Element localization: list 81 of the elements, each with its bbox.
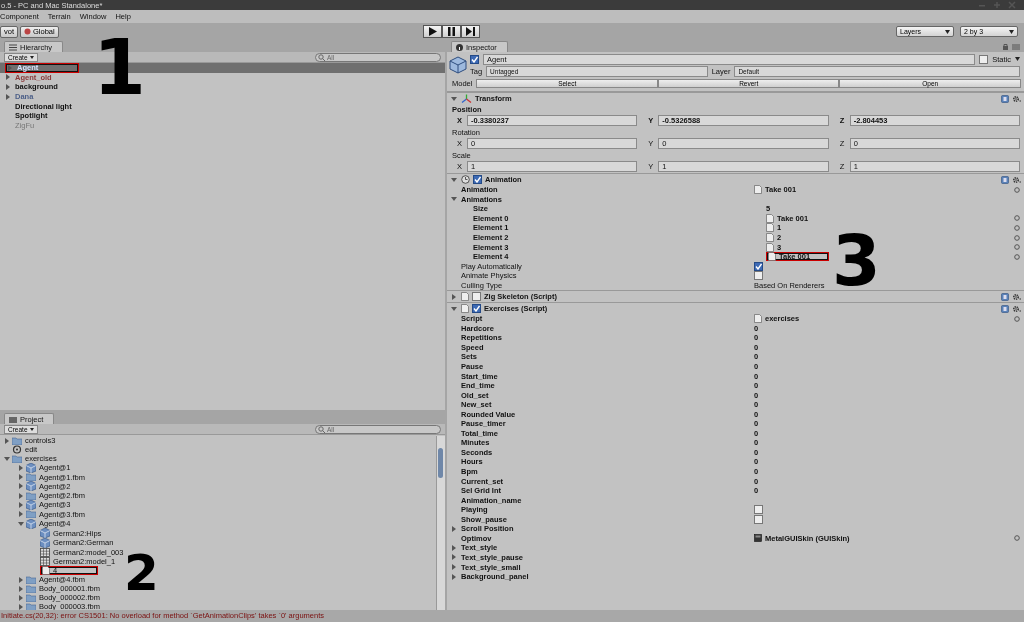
expand-arrow-icon[interactable] (7, 64, 14, 71)
expand-arrow-icon[interactable] (451, 196, 458, 203)
cube-icon (26, 500, 36, 510)
property-checkbox[interactable] (754, 514, 763, 524)
help-book-icon[interactable] (1001, 304, 1009, 313)
cube-icon (449, 56, 467, 74)
expand-arrow-icon[interactable] (451, 293, 458, 300)
grid-icon (40, 556, 50, 566)
skin-icon (754, 534, 762, 543)
pause-icon (447, 27, 456, 36)
file-icon (754, 314, 762, 324)
expand-arrow-icon[interactable] (18, 474, 25, 481)
pause-button[interactable] (442, 25, 461, 38)
lock-icon[interactable] (1002, 43, 1009, 50)
expand-arrow-icon[interactable] (4, 437, 11, 444)
gear-icon[interactable] (1012, 175, 1021, 184)
enabled-checkbox[interactable] (472, 304, 481, 313)
cube-icon (40, 537, 50, 548)
help-book-icon[interactable] (1001, 292, 1009, 301)
caret-icon[interactable] (1015, 57, 1020, 61)
info-icon (456, 43, 463, 51)
scrollbar[interactable] (436, 436, 445, 610)
caret-icon (1009, 29, 1014, 34)
play-icon (428, 27, 437, 36)
axes-icon (461, 94, 472, 103)
picker-icon[interactable] (1014, 186, 1020, 193)
expand-arrow-icon[interactable] (451, 176, 458, 183)
enabled-checkbox[interactable] (472, 292, 481, 301)
gear-icon[interactable] (1012, 292, 1021, 301)
expand-arrow-icon[interactable] (18, 492, 25, 499)
expand-arrow-icon[interactable] (451, 544, 458, 551)
help-book-icon[interactable] (1001, 94, 1009, 103)
clock-icon (461, 175, 470, 184)
expand-arrow-icon[interactable] (18, 520, 25, 527)
cube-icon (26, 462, 36, 473)
expand-arrow-icon[interactable] (18, 464, 25, 471)
gear-icon[interactable] (1012, 304, 1021, 313)
caret-icon (945, 29, 950, 34)
step-icon (466, 27, 475, 36)
folder-icon (9, 415, 17, 423)
expand-arrow-icon[interactable] (451, 95, 458, 102)
caret-icon (29, 427, 34, 431)
scene-icon (12, 445, 22, 454)
file-icon (42, 565, 50, 575)
expand-arrow-icon[interactable] (451, 573, 458, 580)
static-checkbox[interactable] (979, 54, 989, 64)
step-button[interactable] (461, 25, 480, 38)
list-icon (9, 43, 17, 51)
expand-arrow-icon[interactable] (451, 564, 458, 570)
expand-arrow-icon[interactable] (18, 502, 25, 508)
cube-icon (40, 528, 50, 539)
cube-icon (26, 481, 36, 492)
property-checkbox[interactable] (754, 261, 763, 271)
property-checkbox[interactable] (754, 505, 763, 515)
caret-icon (29, 55, 34, 59)
expand-arrow-icon[interactable] (18, 576, 25, 583)
expand-arrow-icon[interactable] (5, 93, 12, 100)
expand-arrow-icon[interactable] (451, 305, 458, 312)
grid-icon (40, 547, 50, 557)
expand-arrow-icon[interactable] (18, 511, 25, 518)
expand-arrow-icon[interactable] (18, 594, 25, 601)
enabled-checkbox[interactable] (473, 175, 482, 184)
expand-arrow-icon[interactable] (18, 603, 25, 610)
picker-icon[interactable] (1014, 315, 1020, 322)
file-icon (754, 185, 762, 195)
expand-arrow-icon[interactable] (451, 554, 458, 561)
active-checkbox[interactable] (470, 54, 479, 64)
globe-icon (24, 28, 31, 35)
expand-arrow-icon[interactable] (5, 84, 12, 90)
play-button[interactable] (423, 25, 442, 38)
expand-arrow-icon[interactable] (451, 525, 458, 532)
expand-arrow-icon[interactable] (18, 585, 25, 592)
expand-arrow-icon[interactable] (5, 74, 12, 81)
picker-icon[interactable] (1014, 535, 1020, 542)
property-checkbox[interactable] (754, 271, 763, 281)
cube-icon (26, 518, 36, 529)
gear-icon[interactable] (1012, 94, 1021, 103)
expand-arrow-icon[interactable] (4, 455, 11, 462)
help-book-icon[interactable] (1001, 175, 1009, 184)
annotation-number: 2 (124, 548, 159, 598)
expand-arrow-icon[interactable] (18, 483, 25, 490)
